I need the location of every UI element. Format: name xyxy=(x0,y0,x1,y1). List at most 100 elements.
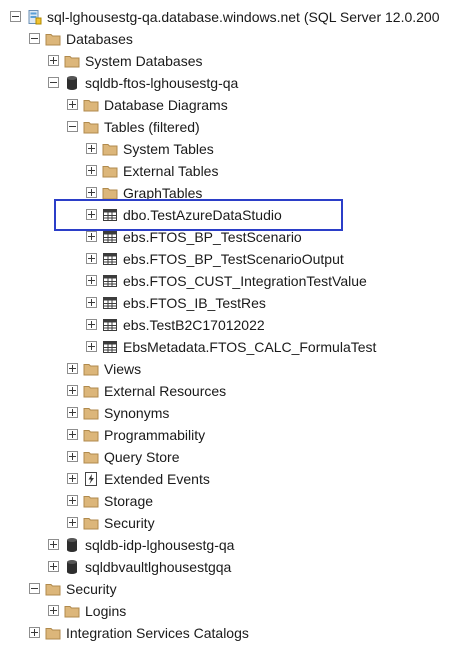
tree-node-label: System Tables xyxy=(123,141,214,157)
tree-node-system-databases[interactable]: System Databases xyxy=(0,50,452,72)
tree-node-sqldbvaultlghousestgqa[interactable]: sqldbvaultlghousestgqa xyxy=(0,556,452,578)
expand-icon[interactable] xyxy=(67,385,78,396)
tree-node-label: Extended Events xyxy=(104,471,210,487)
tree-node-system-tables[interactable]: System Tables xyxy=(0,138,452,160)
expand-icon[interactable] xyxy=(48,561,59,572)
tree-node-ebs-ftos-bp-testscenariooutput[interactable]: ebs.FTOS_BP_TestScenarioOutput xyxy=(0,248,452,270)
tree-node-ebs-testb2c17012022[interactable]: ebs.TestB2C17012022 xyxy=(0,314,452,336)
tree-node-synonyms[interactable]: Synonyms xyxy=(0,402,452,424)
table-icon xyxy=(102,295,118,311)
folder-icon xyxy=(83,383,99,399)
expand-icon[interactable] xyxy=(67,451,78,462)
folder-icon xyxy=(83,405,99,421)
expand-icon[interactable] xyxy=(48,539,59,550)
tree-node-database-diagrams[interactable]: Database Diagrams xyxy=(0,94,452,116)
tree-node-programmability[interactable]: Programmability xyxy=(0,424,452,446)
collapse-icon[interactable] xyxy=(48,77,59,88)
tree-node-tables-filtered[interactable]: Tables (filtered) xyxy=(0,116,452,138)
expand-icon[interactable] xyxy=(86,143,97,154)
object-explorer-tree: sql-lghousestg-qa.database.windows.net (… xyxy=(0,0,452,663)
folder-icon xyxy=(83,97,99,113)
expand-icon[interactable] xyxy=(86,187,97,198)
tree-node-integration-services-catalogs[interactable]: Integration Services Catalogs xyxy=(0,622,452,644)
tree-node-sqldb-idp-lghousestg-qa[interactable]: sqldb-idp-lghousestg-qa xyxy=(0,534,452,556)
tree-node-security[interactable]: Security xyxy=(0,512,452,534)
folder-icon xyxy=(64,53,80,69)
expand-icon[interactable] xyxy=(67,407,78,418)
table-icon xyxy=(102,207,118,223)
tree-node-label: sqldb-ftos-lghousestg-qa xyxy=(85,75,239,91)
tree-node-ebs-ftos-ib-testres[interactable]: ebs.FTOS_IB_TestRes xyxy=(0,292,452,314)
folder-icon xyxy=(83,119,99,135)
folder-icon xyxy=(83,515,99,531)
events-icon xyxy=(83,471,99,487)
tree-node-label: ebs.TestB2C17012022 xyxy=(123,317,265,333)
tree-node-label: Logins xyxy=(85,603,127,619)
tree-node-sqldb-ftos-lghousestg-qa[interactable]: sqldb-ftos-lghousestg-qa xyxy=(0,72,452,94)
expand-icon[interactable] xyxy=(48,605,59,616)
expand-icon[interactable] xyxy=(86,253,97,264)
tree-node-external-tables[interactable]: External Tables xyxy=(0,160,452,182)
expand-icon[interactable] xyxy=(67,99,78,110)
tree-node-ebsmetadata-ftos-calc-formulatest[interactable]: EbsMetadata.FTOS_CALC_FormulaTest xyxy=(0,336,452,358)
tree-node-label: Views xyxy=(104,361,142,377)
collapse-icon[interactable] xyxy=(29,33,40,44)
tree-node-ebs-ftos-cust-integrationtestvalue[interactable]: ebs.FTOS_CUST_IntegrationTestValue xyxy=(0,270,452,292)
expand-icon[interactable] xyxy=(86,231,97,242)
tree-node-storage[interactable]: Storage xyxy=(0,490,452,512)
tree-node-sql-lghousestg-qa-database-windows-net-sql-server-12-0-200[interactable]: sql-lghousestg-qa.database.windows.net (… xyxy=(0,6,452,28)
tree-node-dbo-testazuredatastudio[interactable]: dbo.TestAzureDataStudio xyxy=(0,204,452,226)
tree-node-query-store[interactable]: Query Store xyxy=(0,446,452,468)
tree-node-label: Databases xyxy=(66,31,133,47)
expand-icon[interactable] xyxy=(67,495,78,506)
table-icon xyxy=(102,339,118,355)
tree-node-label: System Databases xyxy=(85,53,203,69)
tree-node-label: Query Store xyxy=(104,449,180,465)
folder-icon xyxy=(45,581,61,597)
expand-icon[interactable] xyxy=(86,275,97,286)
tree-node-extended-events[interactable]: Extended Events xyxy=(0,468,452,490)
tree-node-logins[interactable]: Logins xyxy=(0,600,452,622)
expand-icon[interactable] xyxy=(29,627,40,638)
folder-icon xyxy=(45,625,61,641)
expand-icon[interactable] xyxy=(67,517,78,528)
tree-node-external-resources[interactable]: External Resources xyxy=(0,380,452,402)
tree-node-label: ebs.FTOS_CUST_IntegrationTestValue xyxy=(123,273,367,289)
expand-icon[interactable] xyxy=(86,297,97,308)
tree-node-label: External Resources xyxy=(104,383,227,399)
tree-node-views[interactable]: Views xyxy=(0,358,452,380)
tree-node-label: Security xyxy=(104,515,155,531)
tree-node-label: EbsMetadata.FTOS_CALC_FormulaTest xyxy=(123,339,377,355)
expand-icon[interactable] xyxy=(86,209,97,220)
collapse-icon[interactable] xyxy=(10,11,21,22)
collapse-icon[interactable] xyxy=(29,583,40,594)
folder-icon xyxy=(83,361,99,377)
tree-node-ebs-ftos-bp-testscenario[interactable]: ebs.FTOS_BP_TestScenario xyxy=(0,226,452,248)
tree-node-graphtables[interactable]: GraphTables xyxy=(0,182,452,204)
expand-icon[interactable] xyxy=(67,473,78,484)
expand-icon[interactable] xyxy=(67,363,78,374)
tree-node-label: Tables (filtered) xyxy=(104,119,200,135)
tree-node-label: Programmability xyxy=(104,427,206,443)
folder-icon xyxy=(102,185,118,201)
database-icon xyxy=(64,537,80,553)
tree-node-label: Storage xyxy=(104,493,154,509)
expand-icon[interactable] xyxy=(86,165,97,176)
expand-icon[interactable] xyxy=(67,429,78,440)
tree-node-label: Integration Services Catalogs xyxy=(66,625,249,641)
expand-icon[interactable] xyxy=(48,55,59,66)
folder-icon xyxy=(45,31,61,47)
tree-node-label: ebs.FTOS_BP_TestScenario xyxy=(123,229,302,245)
tree-node-security[interactable]: Security xyxy=(0,578,452,600)
tree-node-label: sql-lghousestg-qa.database.windows.net (… xyxy=(47,9,440,25)
tree-node-label: Database Diagrams xyxy=(104,97,228,113)
tree-node-label: External Tables xyxy=(123,163,219,179)
folder-icon xyxy=(102,163,118,179)
tree-node-databases[interactable]: Databases xyxy=(0,28,452,50)
folder-icon xyxy=(83,449,99,465)
folder-icon xyxy=(83,493,99,509)
expand-icon[interactable] xyxy=(86,319,97,330)
database-icon xyxy=(64,75,80,91)
expand-icon[interactable] xyxy=(86,341,97,352)
collapse-icon[interactable] xyxy=(67,121,78,132)
